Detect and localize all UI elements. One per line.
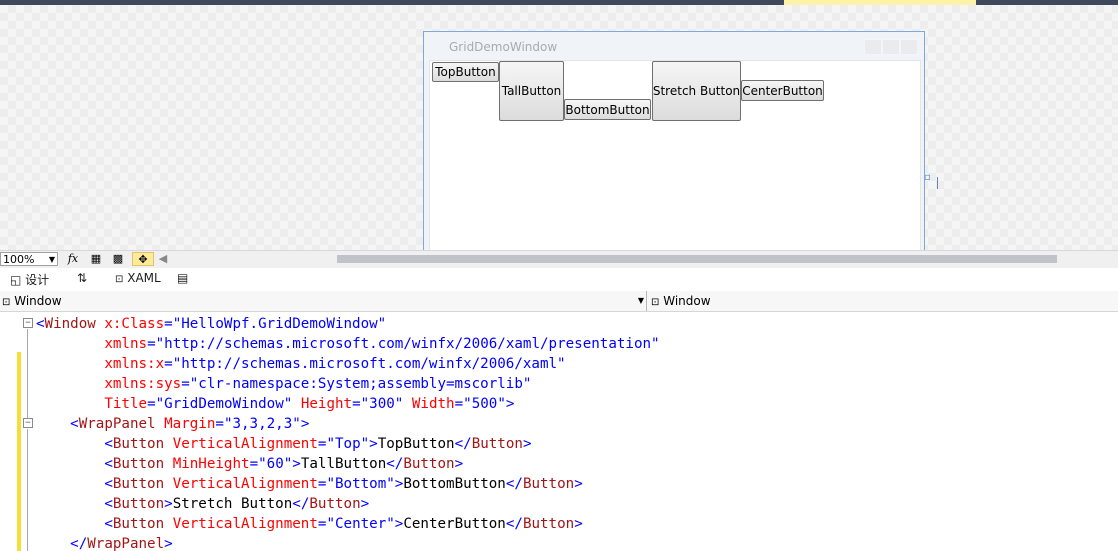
element-scope-value: Window — [14, 294, 62, 308]
wpf-window-title: GridDemoWindow — [449, 40, 558, 54]
fold-guide — [27, 329, 28, 419]
resize-handle-icon[interactable]: ▫ — [924, 172, 931, 183]
code-line: </WrapPanel> — [70, 536, 173, 551]
code-line: <Button VerticalAlignment="Bottom">Botto… — [104, 476, 583, 492]
tab-xaml-label: XAML — [127, 271, 161, 285]
element-member-value: Window — [663, 294, 711, 308]
window-element-icon: ⊡ — [651, 297, 660, 308]
bottom-button[interactable]: BottomButton — [564, 99, 651, 120]
design-icon: ◱ — [10, 273, 22, 287]
chevron-down-icon: ▼ — [637, 296, 644, 305]
scroll-left-icon[interactable]: ◀ — [158, 252, 168, 266]
window-element-icon: ⊡ — [2, 297, 11, 308]
collapse-icon[interactable]: − — [23, 418, 33, 428]
center-button[interactable]: CenterButton — [741, 80, 824, 101]
close-icon — [900, 39, 918, 55]
tall-button[interactable]: TallButton — [499, 61, 564, 121]
change-indicator-bar — [17, 352, 21, 551]
maximize-icon — [882, 39, 900, 55]
code-line: <Button>Stretch Button</Button> — [104, 496, 370, 512]
chevron-down-icon: ▼ — [48, 255, 55, 264]
designer-toolbar: 100% ▼ fx ▦ ▩ ✥ ◀ — [0, 250, 1118, 268]
element-member-combo[interactable]: ⊡ Window — [651, 292, 1111, 310]
element-scope-combo[interactable]: ⊡ Window ▼ — [2, 292, 646, 310]
xaml-code-editor[interactable]: − − <Window x:Class="HelloWpf.GridDemoWi… — [0, 312, 1118, 551]
snap-lines-icon[interactable]: ✥ — [132, 252, 154, 266]
tab-design-label: 设计 — [25, 273, 50, 287]
designer-tabs: ◱ 设计 ⇅ ⊡ XAML ▤ — [0, 268, 1118, 292]
tab-xaml[interactable]: ⊡ XAML — [115, 271, 161, 285]
code-line: xmlns:sys="clr-namespace:System;assembly… — [104, 376, 532, 392]
design-surface[interactable]: GridDemoWindow TopButton TallButton Bott… — [0, 5, 1118, 250]
fold-guide — [27, 429, 28, 551]
split-view-icon[interactable]: ▤ — [177, 271, 188, 285]
minimize-icon — [864, 39, 882, 55]
code-line: <WrapPanel Margin="3,3,2,3"> — [70, 416, 310, 432]
code-line: <Window x:Class="HelloWpf.GridDemoWindow… — [36, 316, 387, 332]
code-line: xmlns:x="http://schemas.microsoft.com/wi… — [104, 356, 566, 372]
code-line: Title="GridDemoWindow" Height="300" Widt… — [104, 396, 515, 412]
top-button[interactable]: TopButton — [432, 62, 499, 82]
wpf-window-titlebar: GridDemoWindow — [424, 32, 924, 60]
fx-icon[interactable]: fx — [66, 252, 80, 266]
xaml-icon: ⊡ — [115, 274, 124, 285]
code-line: <Button VerticalAlignment="Top">TopButto… — [104, 436, 532, 452]
tab-design[interactable]: ◱ 设计 — [10, 271, 49, 288]
code-text: <Window x:Class="HelloWpf.GridDemoWindow… — [36, 314, 660, 551]
xaml-navigation-bar: ⊡ Window ▼ ⊡ Window — [0, 291, 1118, 312]
collapse-icon[interactable]: − — [23, 318, 33, 328]
navbar-divider — [646, 291, 647, 311]
adorner-line — [937, 177, 938, 189]
zoom-value: 100% — [3, 253, 35, 266]
zoom-select[interactable]: 100% ▼ — [0, 252, 58, 266]
wpf-window-preview[interactable]: GridDemoWindow TopButton TallButton Bott… — [423, 31, 925, 250]
snap-grid-icon[interactable]: ▩ — [110, 252, 126, 266]
code-line: <Button MinHeight="60">TallButton</Butto… — [104, 456, 464, 472]
swap-panes-icon[interactable]: ⇅ — [77, 271, 87, 285]
wrap-panel-preview: TopButton TallButton BottomButton Stretc… — [429, 60, 921, 250]
code-line: xmlns="http://schemas.microsoft.com/winf… — [104, 336, 660, 352]
horizontal-scrollbar-thumb[interactable] — [337, 255, 1057, 263]
stretch-button[interactable]: Stretch Button — [652, 61, 741, 121]
grid-lines-icon[interactable]: ▦ — [88, 252, 104, 266]
code-line: <Button VerticalAlignment="Center">Cente… — [104, 516, 583, 532]
